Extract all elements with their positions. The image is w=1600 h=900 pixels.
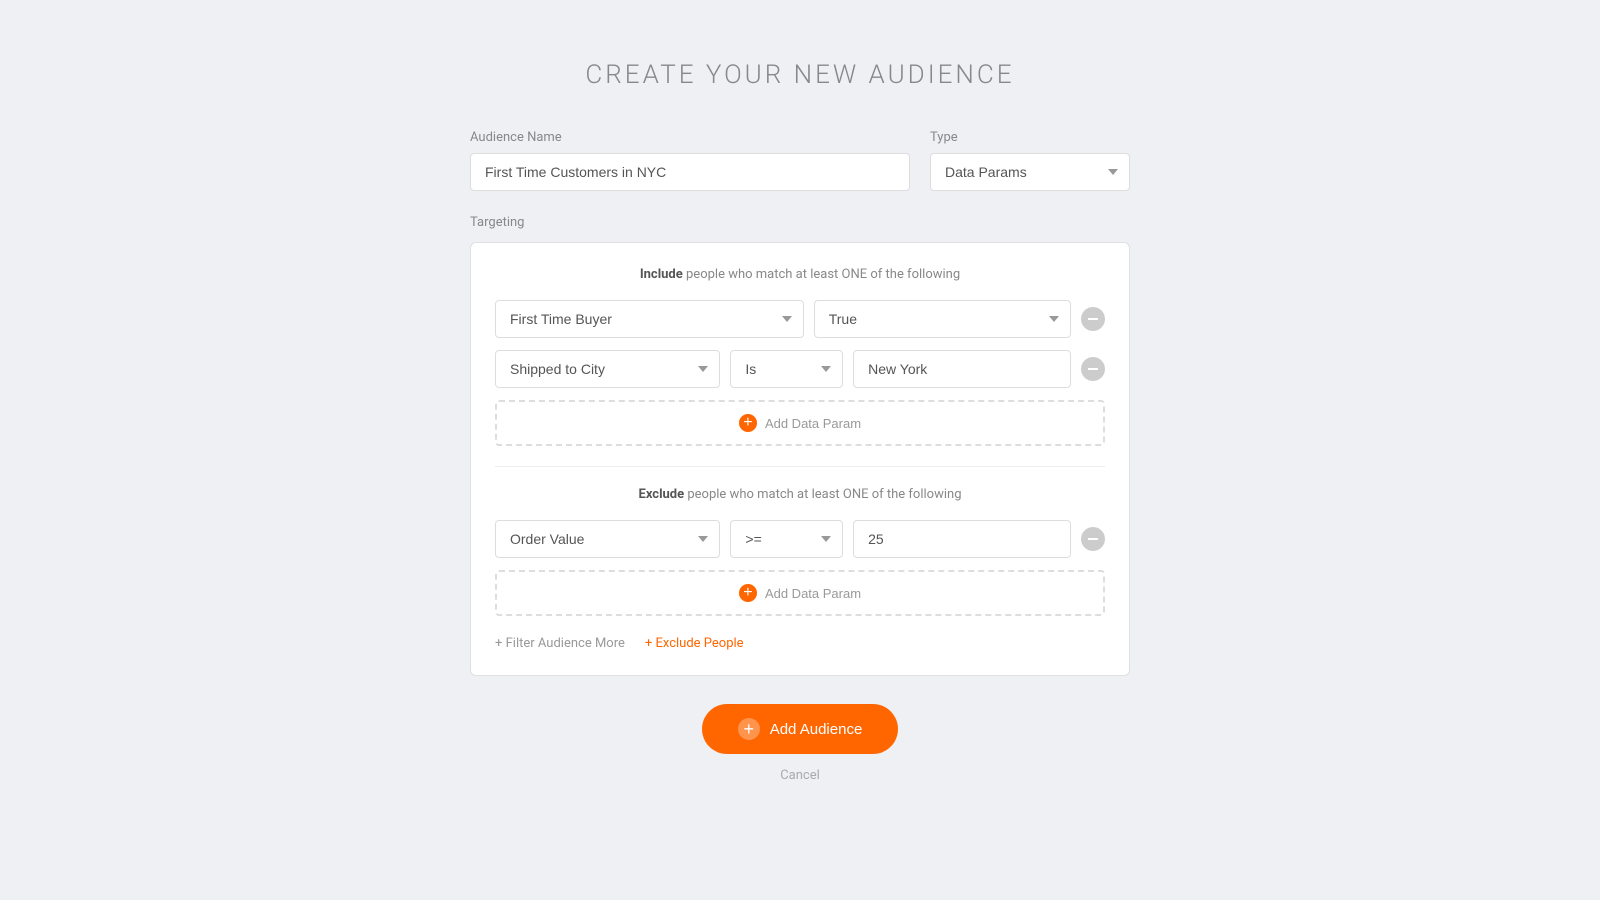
include-row1-remove-button[interactable] <box>1081 307 1105 331</box>
remove-icon <box>1088 538 1098 540</box>
exclude-row-1: Order Value First Time Buyer Shipped to … <box>495 520 1105 558</box>
top-fields: Audience Name Type Data Params Segment C… <box>470 130 1130 191</box>
remove-icon <box>1088 318 1098 320</box>
exclude-row1-operator-select[interactable]: >= <= > < <box>730 520 843 558</box>
page-container: CREATE YOUR NEW AUDIENCE Audience Name T… <box>450 60 1150 783</box>
include-row2-operator-select[interactable]: Is Is Not Contains <box>730 350 843 388</box>
include-row2-param-select[interactable]: Shipped to City First Time Buyer Order V… <box>495 350 720 388</box>
add-audience-button[interactable]: + Add Audience <box>702 704 899 754</box>
include-row1-operator-select[interactable]: True False <box>814 300 1071 338</box>
targeting-label: Targeting <box>470 215 1130 230</box>
include-row1-param-wrapper: First Time Buyer Shipped to City Order V… <box>495 300 804 338</box>
exclude-row1-param-select[interactable]: Order Value First Time Buyer Shipped to … <box>495 520 720 558</box>
include-add-param-label: Add Data Param <box>765 416 861 431</box>
cancel-link[interactable]: Cancel <box>780 768 820 783</box>
include-row-2: Shipped to City First Time Buyer Order V… <box>495 350 1105 388</box>
include-row2-operator-wrapper: Is Is Not Contains <box>730 350 843 388</box>
include-strong: Include <box>640 267 683 282</box>
include-row2-param-wrapper: Shipped to City First Time Buyer Order V… <box>495 350 720 388</box>
page-title: CREATE YOUR NEW AUDIENCE <box>470 60 1130 90</box>
exclude-header-rest: people who match at least ONE of the fol… <box>684 487 961 502</box>
include-row2-value-input[interactable] <box>853 350 1071 388</box>
type-select[interactable]: Data Params Segment Custom <box>930 153 1130 191</box>
type-select-wrapper: Data Params Segment Custom <box>930 153 1130 191</box>
type-label: Type <box>930 130 1130 145</box>
include-add-plus-icon: + <box>739 414 757 432</box>
exclude-add-plus-icon: + <box>739 584 757 602</box>
add-audience-label: Add Audience <box>770 721 863 738</box>
remove-icon <box>1088 368 1098 370</box>
audience-name-group: Audience Name <box>470 130 910 191</box>
section-divider <box>495 466 1105 467</box>
include-row2-remove-button[interactable] <box>1081 357 1105 381</box>
exclude-row1-remove-button[interactable] <box>1081 527 1105 551</box>
action-area: + Add Audience Cancel <box>470 704 1130 783</box>
exclude-row1-operator-wrapper: >= <= > < <box>730 520 843 558</box>
include-row1-param-select[interactable]: First Time Buyer Shipped to City Order V… <box>495 300 804 338</box>
targeting-section: Targeting Include people who match at le… <box>470 215 1130 676</box>
include-header: Include people who match at least ONE of… <box>495 267 1105 282</box>
audience-name-input[interactable] <box>470 153 910 191</box>
include-add-param-button[interactable]: + Add Data Param <box>495 400 1105 446</box>
include-row-1: First Time Buyer Shipped to City Order V… <box>495 300 1105 338</box>
include-header-rest: people who match at least ONE of the fol… <box>683 267 960 282</box>
exclude-header: Exclude people who match at least ONE of… <box>495 487 1105 502</box>
exclude-add-param-button[interactable]: + Add Data Param <box>495 570 1105 616</box>
exclude-people-link[interactable]: + Exclude People <box>645 636 744 651</box>
audience-name-label: Audience Name <box>470 130 910 145</box>
targeting-box: Include people who match at least ONE of… <box>470 242 1130 676</box>
exclude-strong: Exclude <box>639 487 685 502</box>
exclude-add-param-label: Add Data Param <box>765 586 861 601</box>
filter-more-link[interactable]: + Filter Audience More <box>495 636 625 651</box>
bottom-links: + Filter Audience More + Exclude People <box>495 636 1105 651</box>
exclude-row1-param-wrapper: Order Value First Time Buyer Shipped to … <box>495 520 720 558</box>
type-group: Type Data Params Segment Custom <box>930 130 1130 191</box>
add-audience-plus-icon: + <box>738 718 760 740</box>
include-row1-operator-wrapper: True False <box>814 300 1071 338</box>
exclude-row1-value-input[interactable] <box>853 520 1071 558</box>
